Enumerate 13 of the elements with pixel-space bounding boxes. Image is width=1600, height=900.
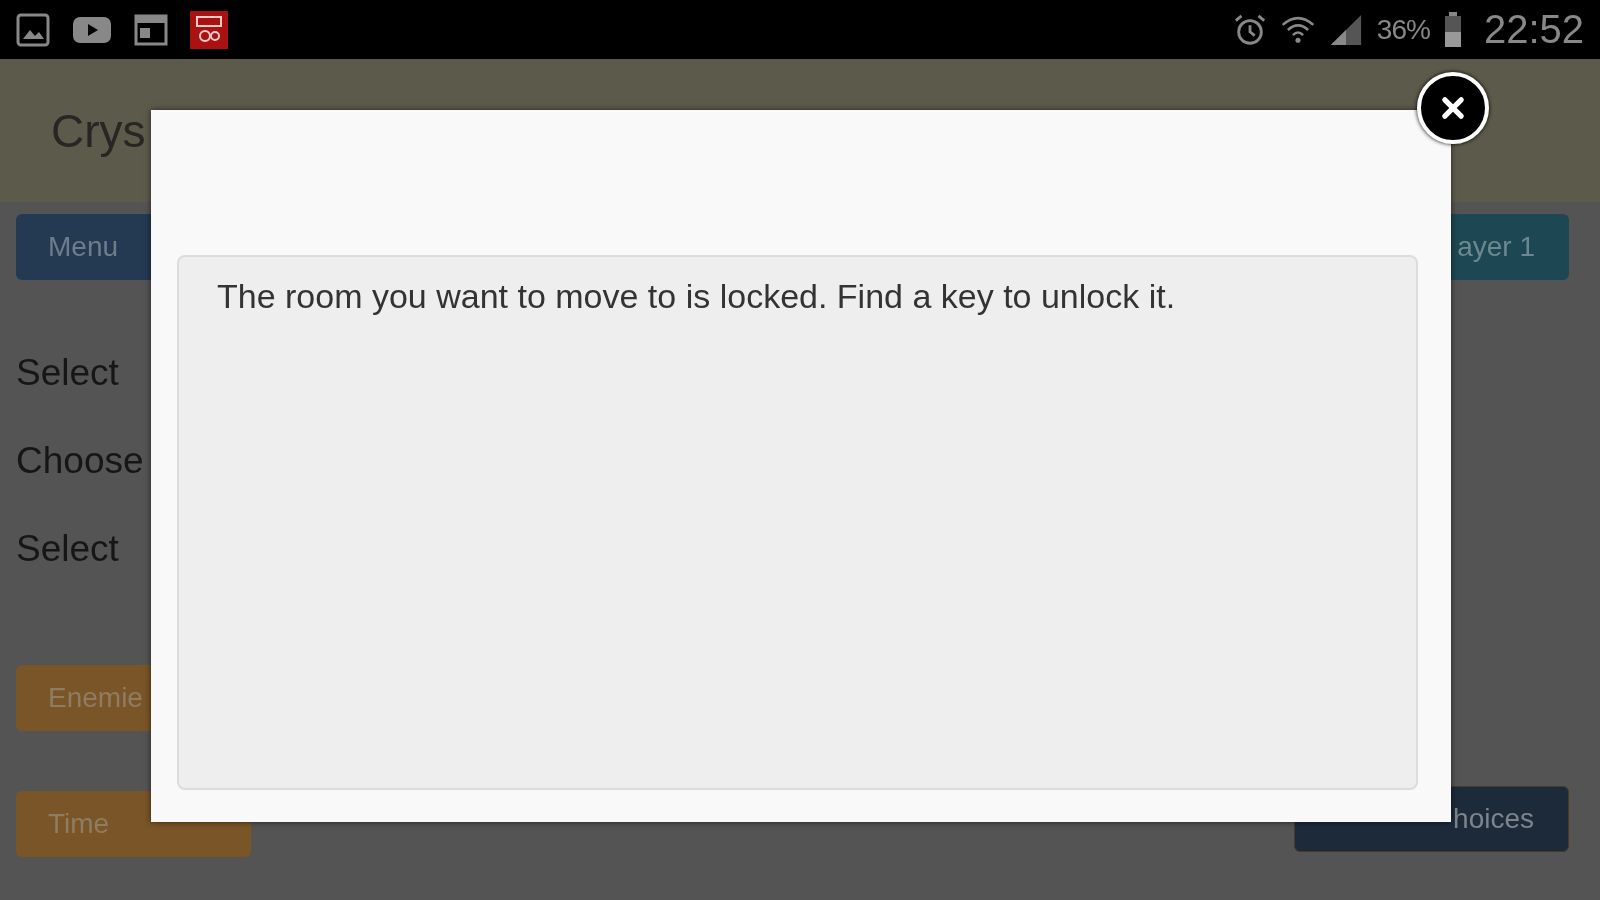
gallery-icon (16, 12, 50, 47)
option-label: Choose (16, 440, 145, 482)
clock-time: 22:52 (1483, 7, 1584, 52)
calendar-icon (134, 12, 168, 47)
option-label: Select (16, 352, 120, 394)
battery-icon (1443, 11, 1462, 48)
battery-percentage: 36% (1376, 13, 1430, 46)
option-label: Select (16, 528, 120, 570)
alarm-icon (1232, 12, 1267, 47)
app-icon (190, 10, 228, 49)
close-icon (1439, 94, 1467, 122)
message-text: The room you want to move to is locked. Find a key to unlock it. (217, 277, 1176, 315)
signal-icon (1328, 12, 1363, 47)
